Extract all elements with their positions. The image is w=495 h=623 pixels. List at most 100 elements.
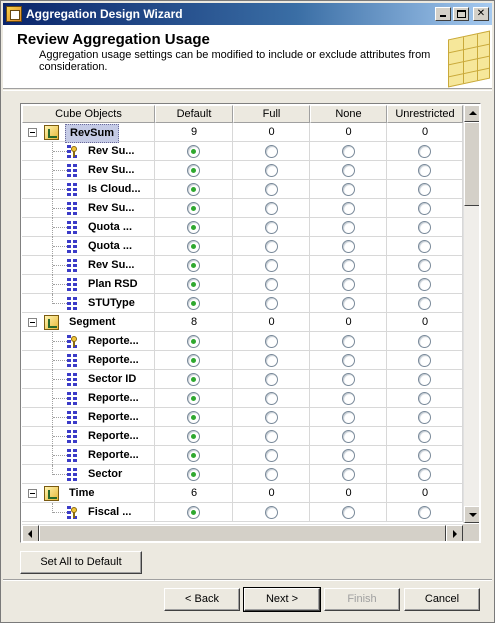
- unrestricted-cell[interactable]: [387, 465, 463, 484]
- title-bar[interactable]: Aggregation Design Wizard ✕: [3, 3, 492, 25]
- none-radio[interactable]: [342, 354, 355, 367]
- full-radio[interactable]: [265, 411, 278, 424]
- cube-row[interactable]: Time 6 0 0 0: [22, 484, 463, 503]
- default-radio[interactable]: [187, 259, 200, 272]
- default-cell[interactable]: [155, 237, 233, 256]
- unrestricted-radio[interactable]: [418, 430, 431, 443]
- column-header-default[interactable]: Default: [155, 105, 233, 123]
- full-cell[interactable]: [233, 142, 310, 161]
- default-radio[interactable]: [187, 430, 200, 443]
- column-header-none[interactable]: None: [310, 105, 387, 123]
- attribute-row[interactable]: Reporte...: [22, 389, 463, 408]
- none-radio[interactable]: [342, 297, 355, 310]
- none-cell[interactable]: [310, 218, 387, 237]
- full-cell[interactable]: [233, 427, 310, 446]
- full-radio[interactable]: [265, 240, 278, 253]
- default-radio[interactable]: [187, 221, 200, 234]
- attribute-row[interactable]: Sector: [22, 465, 463, 484]
- full-cell[interactable]: [233, 503, 310, 522]
- full-cell[interactable]: [233, 256, 310, 275]
- cube-object-cell[interactable]: Reporte...: [22, 408, 155, 427]
- none-radio[interactable]: [342, 259, 355, 272]
- full-radio[interactable]: [265, 183, 278, 196]
- unrestricted-radio[interactable]: [418, 259, 431, 272]
- attribute-row[interactable]: Reporte...: [22, 408, 463, 427]
- scroll-up-button[interactable]: [464, 105, 479, 122]
- full-radio[interactable]: [265, 373, 278, 386]
- attribute-row[interactable]: Reporte...: [22, 332, 463, 351]
- unrestricted-radio[interactable]: [418, 411, 431, 424]
- unrestricted-radio[interactable]: [418, 449, 431, 462]
- close-button[interactable]: ✕: [473, 7, 489, 21]
- none-radio[interactable]: [342, 221, 355, 234]
- default-radio[interactable]: [187, 373, 200, 386]
- scroll-right-button[interactable]: [446, 525, 463, 541]
- unrestricted-cell[interactable]: [387, 294, 463, 313]
- cube-row[interactable]: Segment 8 0 0 0: [22, 313, 463, 332]
- default-cell[interactable]: [155, 180, 233, 199]
- default-cell[interactable]: [155, 427, 233, 446]
- none-radio[interactable]: [342, 202, 355, 215]
- attribute-row[interactable]: Reporte...: [22, 427, 463, 446]
- set-all-to-default-button[interactable]: Set All to Default: [20, 551, 142, 574]
- cube-object-cell[interactable]: Quota ...: [22, 218, 155, 237]
- default-radio[interactable]: [187, 297, 200, 310]
- none-radio[interactable]: [342, 468, 355, 481]
- attribute-row[interactable]: Sector ID: [22, 370, 463, 389]
- full-cell[interactable]: [233, 389, 310, 408]
- none-cell[interactable]: [310, 237, 387, 256]
- vertical-scroll-thumb[interactable]: [464, 122, 479, 206]
- scroll-down-button[interactable]: [464, 506, 479, 523]
- horizontal-scrollbar[interactable]: [22, 524, 463, 541]
- full-cell[interactable]: [233, 275, 310, 294]
- full-radio[interactable]: [265, 202, 278, 215]
- none-radio[interactable]: [342, 278, 355, 291]
- vertical-scrollbar[interactable]: [463, 105, 479, 523]
- full-radio[interactable]: [265, 468, 278, 481]
- default-cell[interactable]: [155, 351, 233, 370]
- cube-object-cell[interactable]: Plan RSD: [22, 275, 155, 294]
- default-radio[interactable]: [187, 278, 200, 291]
- unrestricted-radio[interactable]: [418, 354, 431, 367]
- default-cell[interactable]: [155, 465, 233, 484]
- none-cell[interactable]: [310, 446, 387, 465]
- cube-object-cell[interactable]: Reporte...: [22, 446, 155, 465]
- collapse-icon[interactable]: [28, 489, 37, 498]
- scroll-left-button[interactable]: [22, 525, 39, 541]
- collapse-icon[interactable]: [28, 128, 37, 137]
- default-cell[interactable]: [155, 142, 233, 161]
- default-cell[interactable]: [155, 256, 233, 275]
- unrestricted-radio[interactable]: [418, 221, 431, 234]
- column-header-full[interactable]: Full: [233, 105, 310, 123]
- none-radio[interactable]: [342, 240, 355, 253]
- column-header-cube-objects[interactable]: Cube Objects: [22, 105, 155, 123]
- none-radio[interactable]: [342, 335, 355, 348]
- unrestricted-radio[interactable]: [418, 145, 431, 158]
- unrestricted-cell[interactable]: [387, 180, 463, 199]
- cube-object-cell[interactable]: STUType: [22, 294, 155, 313]
- cube-object-cell[interactable]: Rev Su...: [22, 256, 155, 275]
- full-radio[interactable]: [265, 297, 278, 310]
- full-radio[interactable]: [265, 221, 278, 234]
- minimize-button[interactable]: [435, 7, 451, 21]
- none-radio[interactable]: [342, 506, 355, 519]
- full-cell[interactable]: [233, 180, 310, 199]
- full-radio[interactable]: [265, 354, 278, 367]
- cube-object-cell[interactable]: Sector ID: [22, 370, 155, 389]
- attribute-row[interactable]: Quota ...: [22, 218, 463, 237]
- unrestricted-radio[interactable]: [418, 202, 431, 215]
- unrestricted-radio[interactable]: [418, 183, 431, 196]
- unrestricted-cell[interactable]: [387, 161, 463, 180]
- none-cell[interactable]: [310, 351, 387, 370]
- default-cell[interactable]: [155, 294, 233, 313]
- unrestricted-radio[interactable]: [418, 506, 431, 519]
- cube-object-cell[interactable]: Rev Su...: [22, 142, 155, 161]
- finish-button[interactable]: Finish: [324, 588, 400, 611]
- back-button[interactable]: < Back: [164, 588, 240, 611]
- cube-object-cell[interactable]: Reporte...: [22, 389, 155, 408]
- none-cell[interactable]: [310, 465, 387, 484]
- unrestricted-radio[interactable]: [418, 373, 431, 386]
- full-radio[interactable]: [265, 259, 278, 272]
- cube-object-cell[interactable]: Segment: [22, 313, 155, 332]
- full-cell[interactable]: [233, 199, 310, 218]
